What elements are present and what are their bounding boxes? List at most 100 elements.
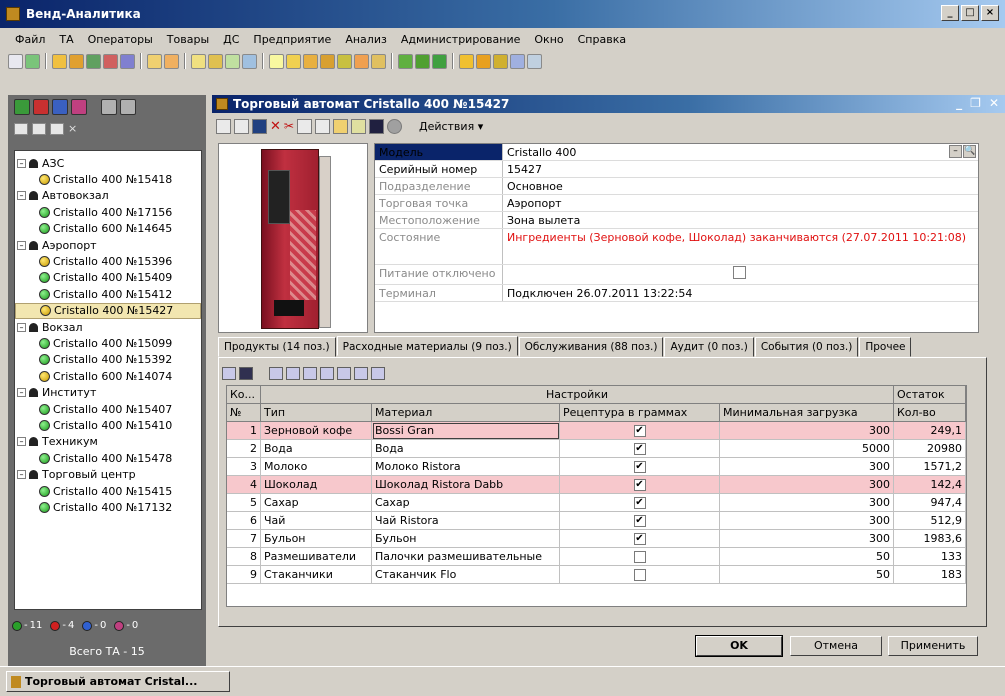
cell-qty[interactable]: 1983,6 — [894, 530, 966, 548]
maximize-button[interactable]: □ — [961, 5, 979, 21]
cell-number[interactable]: 2 — [227, 440, 261, 458]
collapse-icon[interactable]: – — [17, 322, 26, 332]
cell-recipe[interactable]: ✔ — [560, 422, 720, 440]
collapse-icon[interactable]: – — [17, 388, 26, 398]
tree-group[interactable]: – АЗС — [15, 155, 201, 171]
list-view-icon[interactable] — [120, 99, 136, 115]
analysis-icon[interactable] — [459, 53, 474, 69]
cell-min-load[interactable]: 300 — [720, 422, 894, 440]
prop-value[interactable]: Cristallo 400 – 🔍 — [503, 144, 978, 160]
minimize-button[interactable]: _ — [941, 5, 959, 21]
filter-offline-icon[interactable] — [71, 99, 87, 115]
cell-qty[interactable]: 512,9 — [894, 512, 966, 530]
tree-group[interactable]: – Торговый центр — [15, 466, 201, 482]
report-icon[interactable] — [25, 53, 40, 69]
collapse-icon[interactable]: – — [17, 240, 26, 250]
cell-recipe[interactable]: ✔ — [560, 512, 720, 530]
cell-qty[interactable]: 183 — [894, 566, 966, 584]
expand-all-icon[interactable] — [32, 122, 46, 135]
recipe-checkbox[interactable]: ✔ — [633, 497, 646, 509]
preview-icon[interactable] — [314, 118, 330, 134]
cell-number[interactable]: 5 — [227, 494, 261, 512]
help-icon[interactable] — [527, 53, 542, 69]
clear-lookup-button[interactable]: – — [949, 145, 962, 158]
copy-icon[interactable] — [234, 118, 249, 134]
enterprise-units-icon[interactable] — [432, 53, 447, 69]
cell-material[interactable]: Шоколад Ristora Dabb — [372, 476, 560, 494]
table-row[interactable]: 6 Чай Чай Ristora ✔ 300 512,9 — [227, 512, 966, 530]
grid-tree-icon[interactable] — [286, 367, 300, 380]
cell-number[interactable]: 7 — [227, 530, 261, 548]
tab-products[interactable]: Продукты (14 поз.) — [218, 337, 336, 357]
cell-qty[interactable]: 142,4 — [894, 476, 966, 494]
table-row[interactable]: 9 Стаканчики Стаканчик Flo 50 183 — [227, 566, 966, 584]
cell-type[interactable]: Размешиватели — [261, 548, 372, 566]
tree-machine-item[interactable]: Cristallo 400 №17132 — [15, 499, 201, 515]
recipe-checkbox[interactable]: ✔ — [633, 443, 646, 455]
recipe-checkbox[interactable] — [633, 551, 646, 563]
monitor-icon[interactable] — [368, 118, 384, 134]
cell-min-load[interactable]: 300 — [720, 530, 894, 548]
money-in-icon[interactable] — [286, 53, 301, 69]
collapse-icon[interactable]: – — [17, 470, 26, 480]
grid-columns-icon[interactable] — [354, 367, 368, 380]
actions-menu[interactable]: Действия ▾ — [419, 120, 483, 133]
tree-group[interactable]: – Вокзал — [15, 319, 201, 335]
prop-value[interactable]: 15427 — [503, 161, 978, 177]
print-icon[interactable] — [296, 118, 312, 134]
table-row[interactable]: 5 Сахар Сахар ✔ 300 947,4 — [227, 494, 966, 512]
recipe-checkbox[interactable]: ✔ — [633, 479, 646, 491]
cell-recipe[interactable]: ✔ — [560, 530, 720, 548]
table-row[interactable]: 1 Зерновой кофе Bossi Gran ✔ 300 249,1 — [227, 422, 966, 440]
money-out-icon[interactable] — [303, 53, 318, 69]
money-report-icon[interactable] — [320, 53, 335, 69]
tree-machine-item[interactable]: Cristallo 400 №15409 — [15, 270, 201, 286]
tab-consumables[interactable]: Расходные материалы (9 поз.) — [336, 336, 518, 356]
grid-export-icon[interactable] — [371, 367, 385, 380]
cell-type[interactable]: Шоколад — [261, 476, 372, 494]
analysis-stock-icon[interactable] — [493, 53, 508, 69]
recipe-checkbox[interactable] — [633, 569, 646, 581]
cell-qty[interactable]: 249,1 — [894, 422, 966, 440]
search-lookup-button[interactable]: 🔍 — [963, 145, 976, 158]
cell-recipe[interactable] — [560, 548, 720, 566]
prop-row-serial[interactable]: Серийный номер 15427 — [375, 161, 978, 178]
cell-min-load[interactable]: 300 — [720, 476, 894, 494]
operators-icon[interactable] — [147, 53, 162, 69]
cell-type[interactable]: Бульон — [261, 530, 372, 548]
cell-recipe[interactable] — [560, 566, 720, 584]
table-row[interactable]: 7 Бульон Бульон ✔ 300 1983,6 — [227, 530, 966, 548]
table-row[interactable]: 8 Размешиватели Палочки размешивательные 50… — [227, 548, 966, 566]
tree-machine-item[interactable]: Cristallo 400 №15407 — [15, 401, 201, 417]
tree-view-icon[interactable] — [101, 99, 117, 115]
collapse-icon[interactable]: – — [17, 437, 26, 447]
machine-list-icon[interactable] — [86, 53, 101, 69]
enterprise-icon[interactable] — [398, 53, 413, 69]
grid-filter-icon[interactable] — [337, 367, 351, 380]
goods-add-icon[interactable] — [208, 53, 223, 69]
prop-row-model[interactable]: Модель Cristallo 400 – 🔍 — [375, 144, 978, 161]
column-header[interactable]: Минимальная загрузка — [720, 404, 894, 422]
close-icon[interactable]: × — [68, 122, 77, 135]
cell-min-load[interactable]: 50 — [720, 566, 894, 584]
ok-button[interactable]: OK — [695, 635, 783, 657]
recipe-checkbox[interactable]: ✔ — [633, 515, 646, 527]
delete-icon[interactable]: ✕ — [270, 119, 281, 134]
cell-type[interactable]: Молоко — [261, 458, 372, 476]
column-header[interactable]: Тип — [261, 404, 372, 422]
cell-material[interactable]: Сахар — [372, 494, 560, 512]
grid-settings-icon[interactable] — [222, 367, 236, 380]
money-collect-icon[interactable] — [354, 53, 369, 69]
table-row[interactable]: 4 Шоколад Шоколад Ristora Dabb ✔ 300 142,4 — [227, 476, 966, 494]
new-icon[interactable] — [216, 118, 231, 134]
cell-qty[interactable]: 20980 — [894, 440, 966, 458]
clear-icon[interactable]: ✂ — [284, 119, 294, 133]
save-icon[interactable] — [252, 118, 267, 134]
tree-machine-item[interactable]: Cristallo 400 №15412 — [15, 286, 201, 302]
cell-min-load[interactable]: 300 — [720, 458, 894, 476]
menu-ds[interactable]: ДС — [216, 31, 246, 48]
goods-list-icon[interactable] — [225, 53, 240, 69]
cell-qty[interactable]: 1571,2 — [894, 458, 966, 476]
collapse-all-icon[interactable] — [50, 122, 64, 135]
cell-recipe[interactable]: ✔ — [560, 494, 720, 512]
